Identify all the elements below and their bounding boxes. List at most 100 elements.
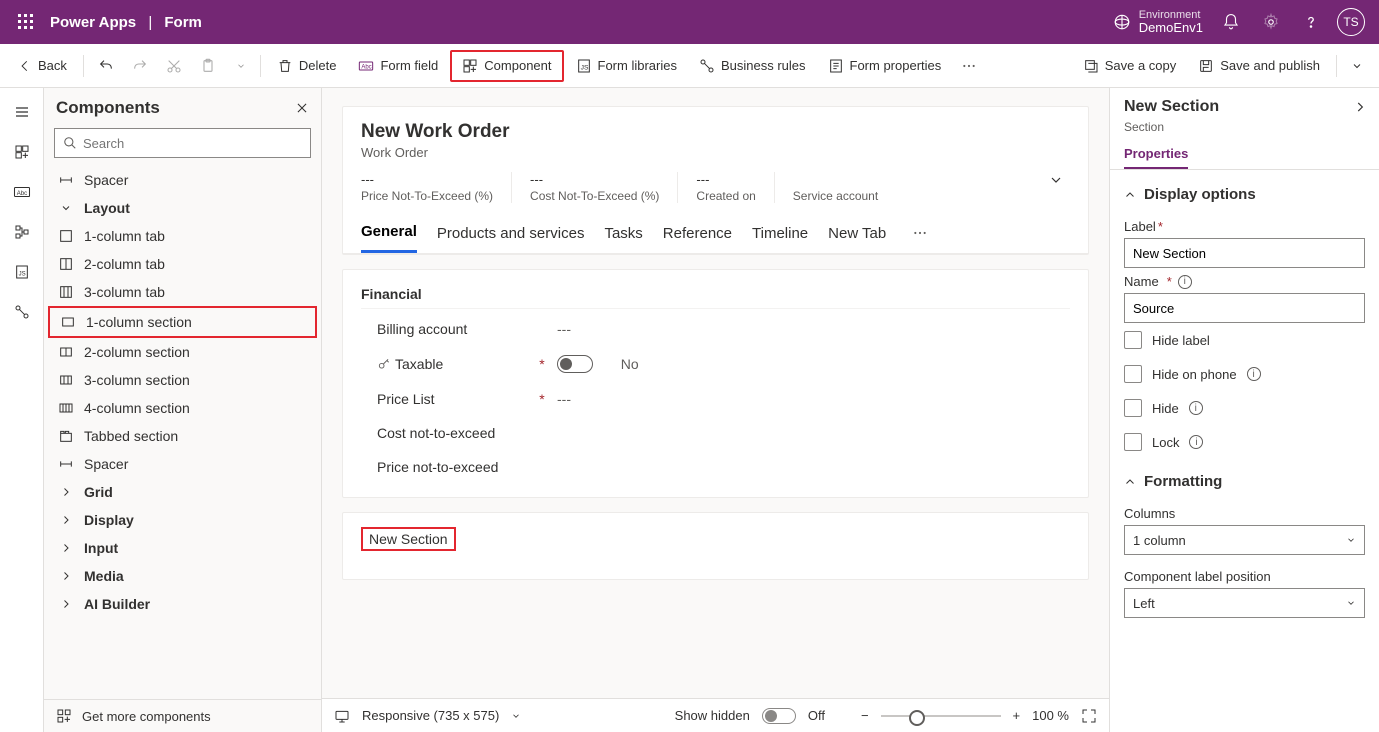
- header-field[interactable]: ---Cost Not-To-Exceed (%): [511, 172, 677, 203]
- more-commands-button[interactable]: [953, 50, 985, 82]
- toggle[interactable]: [557, 355, 593, 373]
- viewport-label[interactable]: Responsive (735 x 575): [362, 708, 499, 723]
- form-tabs-more-icon[interactable]: [906, 219, 934, 247]
- info-icon[interactable]: i: [1247, 367, 1261, 381]
- notifications-icon[interactable]: [1211, 0, 1251, 44]
- name-input[interactable]: [1124, 293, 1365, 323]
- header-field-label: Price Not-To-Exceed (%): [361, 189, 493, 203]
- lock-checkbox[interactable]: Locki: [1124, 425, 1365, 459]
- waffle-icon[interactable]: [8, 14, 44, 30]
- zoom-slider[interactable]: [881, 715, 1001, 717]
- paste-menu-button[interactable]: [228, 50, 254, 82]
- component-item[interactable]: Spacer: [44, 450, 321, 478]
- save-menu-button[interactable]: [1343, 50, 1371, 82]
- business-rules-button[interactable]: Business rules: [689, 50, 816, 82]
- rail-rules-icon[interactable]: [4, 294, 40, 330]
- section-financial[interactable]: Financial Billing account--- Taxable* No…: [342, 269, 1089, 498]
- save-a-copy-button[interactable]: Save a copy: [1073, 50, 1187, 82]
- component-item[interactable]: 3-column section: [44, 366, 321, 394]
- user-avatar[interactable]: TS: [1331, 0, 1371, 44]
- form-field-row[interactable]: Billing account---: [361, 309, 1070, 343]
- info-icon[interactable]: i: [1189, 435, 1203, 449]
- header-field[interactable]: ---Created on: [677, 172, 773, 203]
- header-field[interactable]: ---Price Not-To-Exceed (%): [361, 172, 511, 203]
- component-item[interactable]: 1-column section: [48, 306, 317, 338]
- info-icon[interactable]: i: [1189, 401, 1203, 415]
- fit-icon[interactable]: [1081, 708, 1097, 724]
- redo-button[interactable]: [124, 50, 156, 82]
- component-item[interactable]: 4-column section: [44, 394, 321, 422]
- spacer-icon: [58, 456, 74, 472]
- zoom-out-icon[interactable]: −: [861, 708, 869, 723]
- clp-select[interactable]: Left: [1124, 588, 1365, 618]
- form-field-button[interactable]: Abc Form field: [348, 50, 448, 82]
- rail-components-icon[interactable]: [4, 134, 40, 170]
- rail-library-icon[interactable]: JS: [4, 254, 40, 290]
- component-item[interactable]: Spacer: [44, 166, 321, 194]
- info-icon[interactable]: i: [1178, 275, 1192, 289]
- rail-field-icon[interactable]: Abc: [4, 174, 40, 210]
- hide-checkbox[interactable]: Hidei: [1124, 391, 1365, 425]
- form-tab[interactable]: Products and services: [437, 215, 585, 252]
- label-input[interactable]: [1124, 238, 1365, 268]
- component-item[interactable]: 3-column tab: [44, 278, 321, 306]
- get-more-components-button[interactable]: Get more components: [44, 699, 321, 732]
- delete-button[interactable]: Delete: [267, 50, 347, 82]
- form-tab[interactable]: General: [361, 213, 417, 253]
- environment-picker[interactable]: Environment DemoEnv1: [1113, 9, 1211, 35]
- section-formatting[interactable]: Formatting: [1124, 467, 1365, 500]
- close-icon[interactable]: [295, 101, 309, 115]
- top-app-bar: Power Apps | Form Environment DemoEnv1 T…: [0, 0, 1379, 44]
- form-header-card[interactable]: New Work Order Work Order ---Price Not-T…: [342, 106, 1089, 255]
- form-tab[interactable]: New Tab: [828, 215, 886, 252]
- component-group[interactable]: Grid: [44, 478, 321, 506]
- show-hidden-toggle[interactable]: [762, 708, 796, 724]
- columns-select[interactable]: 1 column: [1124, 525, 1365, 555]
- col2t-icon: [58, 256, 74, 272]
- component-group[interactable]: Media: [44, 562, 321, 590]
- rail-hamburger-icon[interactable]: [4, 94, 40, 130]
- undo-button[interactable]: [90, 50, 122, 82]
- form-field-row[interactable]: Price not-to-exceed: [361, 447, 1070, 481]
- rail-tree-icon[interactable]: [4, 214, 40, 250]
- paste-button[interactable]: [192, 50, 224, 82]
- hide-on-phone-checkbox[interactable]: Hide on phonei: [1124, 357, 1365, 391]
- component-item[interactable]: Tabbed section: [44, 422, 321, 450]
- form-tab[interactable]: Reference: [663, 215, 732, 252]
- form-properties-button[interactable]: Form properties: [818, 50, 952, 82]
- form-tab[interactable]: Tasks: [604, 215, 642, 252]
- new-section-title: New Section: [361, 527, 456, 551]
- cut-button[interactable]: [158, 50, 190, 82]
- form-libraries-button[interactable]: JS Form libraries: [566, 50, 687, 82]
- component-group[interactable]: Layout: [44, 194, 321, 222]
- save-and-publish-button[interactable]: Save and publish: [1188, 50, 1330, 82]
- component-item[interactable]: 1-column tab: [44, 222, 321, 250]
- component-item[interactable]: 2-column section: [44, 338, 321, 366]
- form-field-row[interactable]: Cost not-to-exceed: [361, 413, 1070, 447]
- zoom-in-icon[interactable]: +: [1013, 708, 1021, 723]
- section-new[interactable]: New Section: [342, 512, 1089, 580]
- form-field-row[interactable]: Taxable* No: [361, 343, 1070, 379]
- section-display-options[interactable]: Display options: [1124, 180, 1365, 213]
- header-field[interactable]: Service account: [774, 172, 896, 203]
- component-item[interactable]: 2-column tab: [44, 250, 321, 278]
- component-button[interactable]: Component: [450, 50, 563, 82]
- settings-icon[interactable]: [1251, 0, 1291, 44]
- header-expand-icon[interactable]: [1048, 172, 1070, 188]
- property-panel-expand-icon[interactable]: [1353, 100, 1367, 114]
- form-field-row[interactable]: Price List*---: [361, 379, 1070, 413]
- form-tab[interactable]: Timeline: [752, 215, 808, 252]
- label-field-label: Label: [1124, 219, 1156, 234]
- component-group[interactable]: Display: [44, 506, 321, 534]
- brand-app: Power Apps: [50, 14, 136, 31]
- back-button[interactable]: Back: [8, 50, 77, 82]
- search-input-wrapper[interactable]: [54, 128, 311, 158]
- hide-label-checkbox[interactable]: Hide label: [1124, 323, 1365, 357]
- help-icon[interactable]: [1291, 0, 1331, 44]
- viewport-icon[interactable]: [334, 708, 350, 724]
- chevron-down-icon[interactable]: [511, 711, 521, 721]
- component-group[interactable]: Input: [44, 534, 321, 562]
- tab-properties[interactable]: Properties: [1124, 140, 1188, 169]
- search-input[interactable]: [83, 136, 302, 151]
- component-group[interactable]: AI Builder: [44, 590, 321, 618]
